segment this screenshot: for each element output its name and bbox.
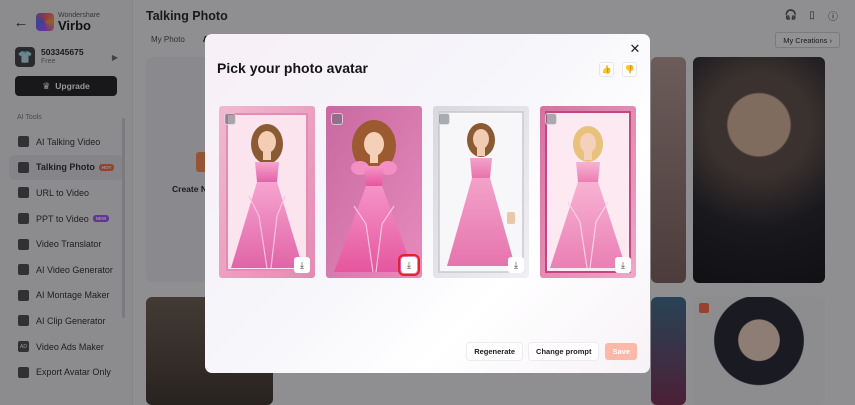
select-checkbox[interactable] [224,113,236,125]
thumbs-up-icon[interactable]: 👍 [599,62,614,77]
download-icon[interactable]: ⤓ [398,254,420,276]
select-checkbox[interactable] [438,113,450,125]
pick-avatar-modal: Pick your photo avatar ✕ 👍 👎 ⤓ ⤓ ⤓ ⤓ Reg… [205,34,650,373]
modal-footer: Regenerate Change prompt Save [467,343,637,360]
doll-image [326,106,422,278]
download-icon[interactable]: ⤓ [508,257,524,273]
change-prompt-button[interactable]: Change prompt [529,343,599,360]
avatar-card-4[interactable]: ⤓ [540,106,636,278]
regenerate-button[interactable]: Regenerate [467,343,523,360]
doll-image [433,106,529,278]
doll-image [219,106,315,278]
select-checkbox[interactable] [331,113,343,125]
avatar-card-2[interactable]: ⤓ [326,106,422,278]
download-icon[interactable]: ⤓ [294,257,310,273]
select-checkbox[interactable] [545,113,557,125]
close-icon[interactable]: ✕ [628,42,642,56]
feedback-buttons: 👍 👎 [599,62,637,77]
avatar-card-3[interactable]: ⤓ [433,106,529,278]
thumbs-down-icon[interactable]: 👎 [622,62,637,77]
download-icon[interactable]: ⤓ [615,257,631,273]
avatar-card-1[interactable]: ⤓ [219,106,315,278]
doll-image [540,106,636,278]
save-button[interactable]: Save [605,343,637,360]
modal-title: Pick your photo avatar [217,60,368,76]
